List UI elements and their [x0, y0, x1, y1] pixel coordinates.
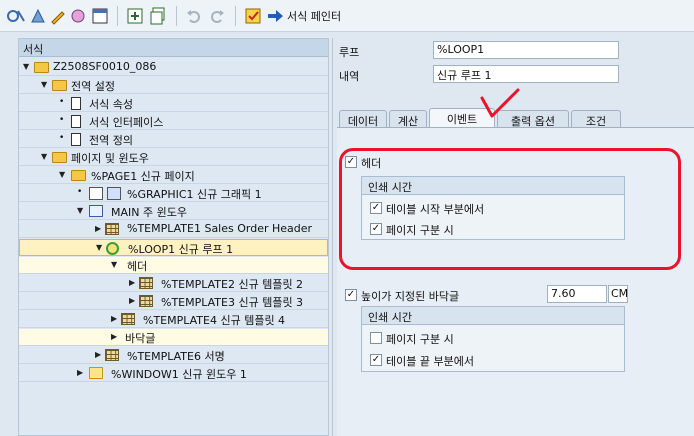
folder-icon [52, 152, 67, 163]
tree-node-form[interactable]: ▼ Z2508SF0010_086 [19, 59, 328, 76]
display-change-icon[interactable] [6, 6, 26, 26]
tree-node-pages-windows[interactable]: ▼ 페이지 및 윈도우 [19, 149, 328, 166]
collapse-icon[interactable]: ▼ [96, 243, 102, 252]
description-label: 내역 [339, 70, 360, 83]
description-field[interactable]: 신규 루프 1 [433, 65, 619, 83]
collapse-icon[interactable]: ▼ [59, 170, 65, 179]
window-icon [89, 205, 103, 217]
layout-icon[interactable] [90, 6, 110, 26]
tree-node-loop1[interactable]: ▼ %LOOP1 신규 루프 1 [19, 239, 328, 256]
document-icon [71, 133, 81, 146]
toolbar: 서식 페인터 [0, 0, 694, 32]
tree-node-graphic1[interactable]: • %GRAPHIC1 신규 그래픽 1 [19, 185, 328, 202]
footer-print-time-group: 인쇄 시간 ✓ 페이지 구분 시 ✓ 테이블 끝 부분에서 [361, 306, 625, 372]
loop-label: 루프 [339, 46, 360, 59]
tree-node-global-definitions[interactable]: • 전역 정의 [19, 131, 328, 148]
tree-node-page1[interactable]: ▼ %PAGE1 신규 페이지 [19, 167, 328, 184]
test-icon[interactable] [68, 6, 88, 26]
tree-node-template1[interactable]: ▶ %TEMPLATE1 Sales Order Header [19, 221, 328, 238]
form-tree-panel: 서식 ▼ Z2508SF0010_086 ▼ 전역 설정 • 서식 속성 • 서… [18, 38, 329, 436]
annotation-box [339, 148, 681, 270]
tree-node-header[interactable]: ▼ 헤더 [19, 257, 328, 274]
loop-name-field[interactable]: %LOOP1 [433, 41, 619, 59]
expand-icon[interactable]: ▶ [129, 278, 135, 287]
table-icon [121, 313, 135, 325]
footer-unit-field[interactable]: CM [608, 285, 628, 303]
tree-node-main-window[interactable]: ▼ MAIN 주 윈도우 [19, 203, 328, 220]
at-table-end-checkbox[interactable]: ✓ [370, 354, 382, 366]
page-folder-icon [71, 170, 86, 181]
tab-data[interactable]: 데이터 [339, 110, 387, 128]
graphic-shapes-icon [107, 187, 121, 200]
tree-node-global-settings[interactable]: ▼ 전역 설정 [19, 77, 328, 94]
tree-node-footer[interactable]: ▶ 바닥글 [19, 329, 328, 346]
create-icon[interactable] [125, 6, 145, 26]
collapse-icon[interactable]: ▼ [77, 206, 83, 215]
tree-node-template2[interactable]: ▶ %TEMPLATE2 신규 템플릿 2 [19, 275, 328, 292]
collapse-icon[interactable]: ▼ [23, 62, 29, 71]
table-icon [139, 277, 153, 289]
document-icon [71, 97, 81, 110]
tree-header: 서식 [19, 39, 328, 57]
document-icon [71, 115, 81, 128]
redo-icon[interactable] [207, 6, 227, 26]
tree-node-template4[interactable]: ▶ %TEMPLATE4 신규 템플릿 4 [19, 311, 328, 328]
expand-icon[interactable]: ▶ [129, 296, 135, 305]
annotation-checkmark [480, 88, 520, 118]
table-icon [105, 223, 119, 235]
tree-node-form-attributes[interactable]: • 서식 속성 [19, 95, 328, 112]
window-icon [89, 367, 103, 379]
expand-icon[interactable]: ▶ [111, 314, 117, 323]
footer-checkbox-label: 높이가 지정된 바닥글 [361, 290, 460, 303]
tree-node-template3[interactable]: ▶ %TEMPLATE3 신규 템플릿 3 [19, 293, 328, 310]
form-check-icon[interactable] [243, 6, 263, 26]
form-painter-label[interactable]: 서식 페인터 [287, 8, 341, 24]
tab-calculation[interactable]: 계산 [389, 110, 427, 128]
settings-icon[interactable] [28, 6, 48, 26]
loop-icon [106, 242, 119, 255]
copy-icon[interactable] [148, 6, 168, 26]
tree-node-window1[interactable]: ▶ %WINDOW1 신규 윈도우 1 [19, 365, 328, 382]
arrow-right-icon[interactable] [265, 6, 285, 26]
tree-node-form-interface[interactable]: • 서식 인터페이스 [19, 113, 328, 130]
group-title: 인쇄 시간 [362, 307, 624, 325]
expand-icon[interactable]: ▶ [95, 224, 101, 233]
table-icon [105, 349, 119, 361]
expand-icon[interactable]: ▶ [77, 368, 83, 377]
expand-icon[interactable]: ▶ [111, 332, 117, 341]
footer-on-page-break-checkbox[interactable]: ✓ [370, 332, 382, 344]
expand-icon[interactable]: ▶ [95, 350, 101, 359]
collapse-icon[interactable]: ▼ [41, 80, 47, 89]
collapse-icon[interactable]: ▼ [111, 260, 117, 269]
footer-checkbox[interactable]: ✓ [345, 289, 357, 301]
edit-pencil-icon[interactable] [48, 6, 68, 26]
tree-node-template6[interactable]: ▶ %TEMPLATE6 서명 [19, 347, 328, 364]
folder-icon [52, 80, 67, 91]
folder-icon [34, 62, 49, 73]
footer-height-field[interactable]: 7.60 [547, 285, 607, 303]
graphic-icon [89, 187, 103, 200]
collapse-icon[interactable]: ▼ [41, 152, 47, 161]
tab-conditions[interactable]: 조건 [571, 110, 621, 128]
undo-icon[interactable] [184, 6, 204, 26]
table-icon [139, 295, 153, 307]
